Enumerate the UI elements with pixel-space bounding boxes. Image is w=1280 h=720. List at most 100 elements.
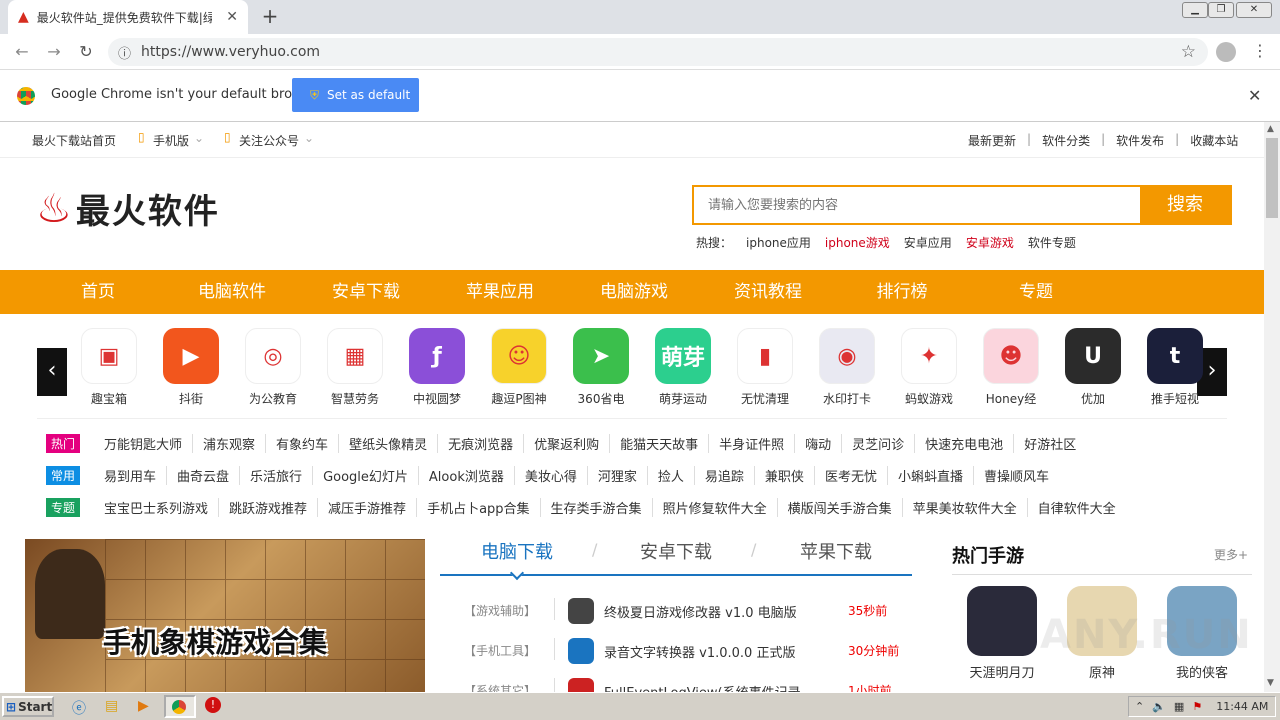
tag-link[interactable]: 无痕浏览器 — [438, 433, 525, 453]
tag-link[interactable]: 易到用车 — [94, 465, 168, 485]
nav-ranking[interactable]: 排行榜 — [862, 270, 942, 314]
tag-link[interactable]: Alook浏览器 — [419, 465, 515, 485]
tag-link[interactable]: 灵芝问诊 — [842, 433, 916, 453]
scrollbar-thumb[interactable] — [1266, 138, 1278, 218]
network-icon[interactable]: ▦ — [1174, 700, 1184, 713]
hot-game-item[interactable]: 天涯明月刀 — [962, 586, 1042, 681]
tag-link[interactable]: 横版闯关手游合集 — [778, 497, 903, 517]
stop-icon[interactable]: ! — [205, 697, 221, 713]
menu-icon[interactable]: ⋮ — [1252, 41, 1268, 60]
tag-link[interactable]: 手机占卜app合集 — [417, 497, 541, 517]
browser-tab[interactable]: ▲ 最火软件站_提供免费软件下载|绿色 ✕ — [8, 0, 248, 34]
scroll-up-icon[interactable]: ▲ — [1267, 124, 1274, 134]
close-infobar-icon[interactable]: ✕ — [1248, 86, 1261, 105]
download-category[interactable]: 【手机工具】 — [464, 642, 536, 659]
banner-image[interactable]: 手机象棋游戏合集 — [25, 539, 425, 692]
site-logo[interactable]: ♨ 最火软件 — [36, 184, 220, 233]
hot-search-link[interactable]: iphone应用 — [746, 234, 811, 251]
volume-icon[interactable]: 🔈 — [1152, 700, 1166, 713]
app-item[interactable]: ☻ Honey经 — [976, 328, 1046, 407]
page-scrollbar[interactable]: ▲ ▼ — [1264, 122, 1280, 692]
tag-link[interactable]: 乐活旅行 — [240, 465, 314, 485]
hot-search-link[interactable]: 软件专题 — [1028, 234, 1076, 251]
app-item[interactable]: 萌芽 萌芽运动 — [648, 328, 718, 407]
hot-search-link[interactable]: 安卓应用 — [904, 234, 952, 251]
hot-games-more-link[interactable]: 更多+ — [1214, 546, 1248, 563]
app-item[interactable]: ▣ 趣宝箱 — [74, 328, 144, 407]
ie-icon[interactable]: ⓔ — [72, 698, 86, 718]
minimize-button[interactable]: ▁ — [1182, 2, 1208, 18]
tag-link[interactable]: 有象约车 — [266, 433, 340, 453]
tag-link[interactable]: Google幻灯片 — [313, 465, 419, 485]
tag-link[interactable]: 河狸家 — [588, 465, 648, 485]
tag-link[interactable]: 减压手游推荐 — [318, 497, 418, 517]
tag-link[interactable]: 能猫天天故事 — [610, 433, 710, 453]
tag-link[interactable]: 生存类手游合集 — [541, 497, 653, 517]
nav-android[interactable]: 安卓下载 — [322, 270, 410, 314]
tag-link[interactable]: 自律软件大全 — [1028, 498, 1126, 517]
chrome-taskbar-button[interactable] — [164, 695, 196, 718]
app-item[interactable]: ▮ 无忧清理 — [730, 328, 800, 407]
download-name[interactable]: FullEventLogView(系统事件记录 — [604, 682, 814, 692]
tag-link[interactable]: 半身证件照 — [709, 433, 796, 453]
tag-link[interactable]: 浦东观察 — [193, 433, 267, 453]
scroll-down-icon[interactable]: ▼ — [1267, 678, 1274, 688]
tab-pc-download[interactable]: 电脑下载 — [481, 538, 553, 564]
nav-apple[interactable]: 苹果应用 — [456, 270, 544, 314]
tag-link[interactable]: 曲奇云盘 — [167, 465, 241, 485]
tray-arrow-icon[interactable]: ⌃ — [1135, 700, 1144, 713]
tag-link[interactable]: 捡人 — [648, 465, 695, 485]
forward-button[interactable]: → — [44, 42, 64, 62]
carousel-prev-button[interactable]: ‹ — [37, 348, 67, 396]
app-item[interactable]: ✦ 蚂蚁游戏 — [894, 328, 964, 407]
app-item[interactable]: t 推手短视 — [1140, 328, 1210, 407]
mobile-link[interactable]: 手机版 — [153, 132, 189, 149]
app-item[interactable]: ◎ 为公教育 — [238, 328, 308, 407]
explorer-icon[interactable]: ▤ — [105, 698, 118, 714]
nav-pc-games[interactable]: 电脑游戏 — [590, 270, 678, 314]
nav-home[interactable]: 首页 — [58, 270, 138, 314]
flag-icon[interactable]: ⚑ — [1192, 700, 1202, 713]
search-input[interactable] — [694, 187, 1140, 223]
download-name[interactable]: 终极夏日游戏修改器 v1.0 电脑版 — [604, 602, 814, 621]
tag-link[interactable]: 美妆心得 — [515, 465, 588, 485]
bookmark-link[interactable]: 收藏本站 — [1190, 132, 1238, 149]
close-tab-icon[interactable]: ✕ — [226, 9, 238, 25]
tag-link[interactable]: 壁纸头像精灵 — [339, 433, 439, 453]
tag-link[interactable]: 易追踪 — [695, 465, 755, 485]
info-icon[interactable]: ⓘ — [118, 43, 131, 62]
category-link[interactable]: 软件分类 — [1042, 132, 1090, 149]
close-window-button[interactable]: ✕ — [1236, 2, 1272, 18]
home-link[interactable]: 最火下载站首页 — [32, 132, 116, 149]
app-item[interactable]: ◉ 水印打卡 — [812, 328, 882, 407]
download-category[interactable]: 【游戏辅助】 — [464, 602, 536, 619]
back-button[interactable]: ← — [12, 42, 32, 62]
tag-link[interactable]: 苹果美妆软件大全 — [903, 497, 1028, 517]
tab-apple-download[interactable]: 苹果下载 — [800, 538, 872, 564]
download-name[interactable]: 录音文字转换器 v1.0.0.0 正式版 — [604, 642, 814, 661]
tag-link[interactable]: 曹操顺风车 — [974, 466, 1059, 485]
bookmark-star-icon[interactable]: ☆ — [1181, 42, 1196, 62]
tag-link[interactable]: 小蝌蚪直播 — [888, 465, 974, 485]
tag-link[interactable]: 好游社区 — [1014, 434, 1086, 453]
nav-pc-software[interactable]: 电脑软件 — [188, 270, 276, 314]
new-tab-button[interactable]: + — [258, 5, 282, 29]
download-category[interactable]: 【系统其它】 — [464, 682, 536, 692]
app-item[interactable]: ☺ 趣逗P图神 — [484, 328, 554, 407]
tag-link[interactable]: 宝宝巴士系列游戏 — [94, 497, 220, 517]
tag-link[interactable]: 兼职侠 — [755, 465, 815, 485]
media-player-icon[interactable]: ▶ — [138, 698, 149, 714]
tag-link[interactable]: 跳跃游戏推荐 — [219, 497, 319, 517]
app-item[interactable]: U 优加 — [1058, 328, 1128, 407]
tag-link[interactable]: 照片修复软件大全 — [653, 497, 778, 517]
reload-button[interactable]: ↻ — [76, 42, 96, 62]
hot-search-link[interactable]: iphone游戏 — [825, 234, 890, 251]
tag-link[interactable]: 医考无忧 — [815, 465, 888, 485]
wechat-link[interactable]: 关注公众号 — [239, 132, 299, 149]
hot-search-link[interactable]: 安卓游戏 — [966, 234, 1014, 251]
tab-android-download[interactable]: 安卓下载 — [640, 538, 712, 564]
search-button[interactable]: 搜索 — [1140, 187, 1230, 223]
publish-link[interactable]: 软件发布 — [1116, 132, 1164, 149]
nav-topics[interactable]: 专题 — [996, 270, 1076, 314]
app-item[interactable]: ➤ 360省电 — [566, 328, 636, 407]
